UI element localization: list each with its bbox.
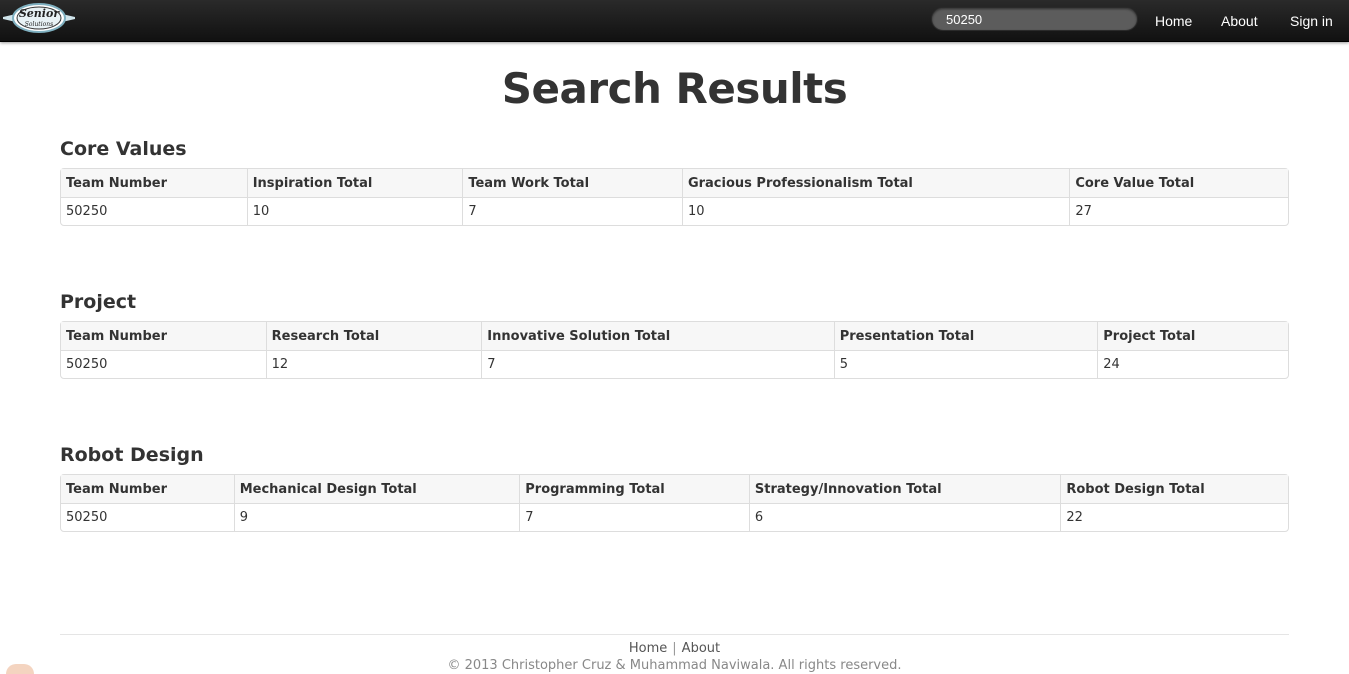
footer-nav: Home | About xyxy=(0,641,1349,656)
corner-widget-icon[interactable] xyxy=(6,664,34,674)
svg-text:Solutions: Solutions xyxy=(25,21,53,28)
column-header: Team Number xyxy=(61,322,266,350)
column-header: Project Total xyxy=(1097,322,1288,350)
column-header: Strategy/Innovation Total xyxy=(748,475,1061,503)
page-title: Search Results xyxy=(501,64,848,113)
table-cell: 12 xyxy=(265,350,482,378)
footer-separator: | xyxy=(672,641,677,656)
table-header-row: Team Number Mechanical Design Total Prog… xyxy=(61,475,1288,503)
table-header-row: Team Number Inspiration Total Team Work … xyxy=(61,169,1288,197)
top-navbar: Senior Solutions Home About Sign in xyxy=(0,0,1349,42)
nav-home-link[interactable]: Home xyxy=(1155,13,1192,29)
table-cell: 50250 xyxy=(61,197,247,225)
column-header: Robot Design Total xyxy=(1060,475,1288,503)
column-header: Inspiration Total xyxy=(246,169,463,197)
column-header: Gracious Professionalism Total xyxy=(681,169,1070,197)
column-header: Presentation Total xyxy=(833,322,1098,350)
footer-divider xyxy=(60,634,1289,635)
project-table: Team Number Research Total Innovative So… xyxy=(60,321,1289,379)
nav-about-link[interactable]: About xyxy=(1221,13,1258,29)
table-cell: 50250 xyxy=(61,503,234,531)
table-row: 50250 10 7 10 27 xyxy=(61,197,1288,225)
robot-design-title: Robot Design xyxy=(60,444,204,466)
column-header: Core Value Total xyxy=(1069,169,1288,197)
table-cell: 22 xyxy=(1060,503,1288,531)
column-header: Innovative Solution Total xyxy=(481,322,834,350)
copyright-text: © 2013 Christopher Cruz & Muhammad Naviw… xyxy=(447,658,902,673)
table-header-row: Team Number Research Total Innovative So… xyxy=(61,322,1288,350)
table-cell: 7 xyxy=(462,197,682,225)
table-cell: 7 xyxy=(519,503,749,531)
table-cell: 7 xyxy=(481,350,834,378)
table-cell: 9 xyxy=(233,503,520,531)
core-values-title: Core Values xyxy=(60,138,187,160)
brand-logo[interactable]: Senior Solutions xyxy=(2,2,76,34)
footer-home-link[interactable]: Home xyxy=(629,641,667,656)
project-title: Project xyxy=(60,291,137,313)
column-header: Team Number xyxy=(61,475,234,503)
column-header: Mechanical Design Total xyxy=(233,475,520,503)
table-cell: 10 xyxy=(246,197,463,225)
table-cell: 24 xyxy=(1097,350,1288,378)
table-cell: 10 xyxy=(681,197,1070,225)
column-header: Team Work Total xyxy=(462,169,682,197)
senior-solutions-logo-icon: Senior Solutions xyxy=(3,3,75,33)
table-row: 50250 12 7 5 24 xyxy=(61,350,1288,378)
table-cell: 27 xyxy=(1069,197,1288,225)
robot-design-table: Team Number Mechanical Design Total Prog… xyxy=(60,474,1289,532)
footer-about-link[interactable]: About xyxy=(682,641,720,656)
table-cell: 6 xyxy=(748,503,1061,531)
search-input[interactable] xyxy=(931,7,1138,31)
core-values-table: Team Number Inspiration Total Team Work … xyxy=(60,168,1289,226)
nav-signin-link[interactable]: Sign in xyxy=(1290,13,1333,29)
column-header: Programming Total xyxy=(519,475,749,503)
column-header: Research Total xyxy=(265,322,482,350)
column-header: Team Number xyxy=(61,169,247,197)
table-row: 50250 9 7 6 22 xyxy=(61,503,1288,531)
table-cell: 50250 xyxy=(61,350,266,378)
svg-text:Senior: Senior xyxy=(19,7,60,20)
table-cell: 5 xyxy=(833,350,1098,378)
